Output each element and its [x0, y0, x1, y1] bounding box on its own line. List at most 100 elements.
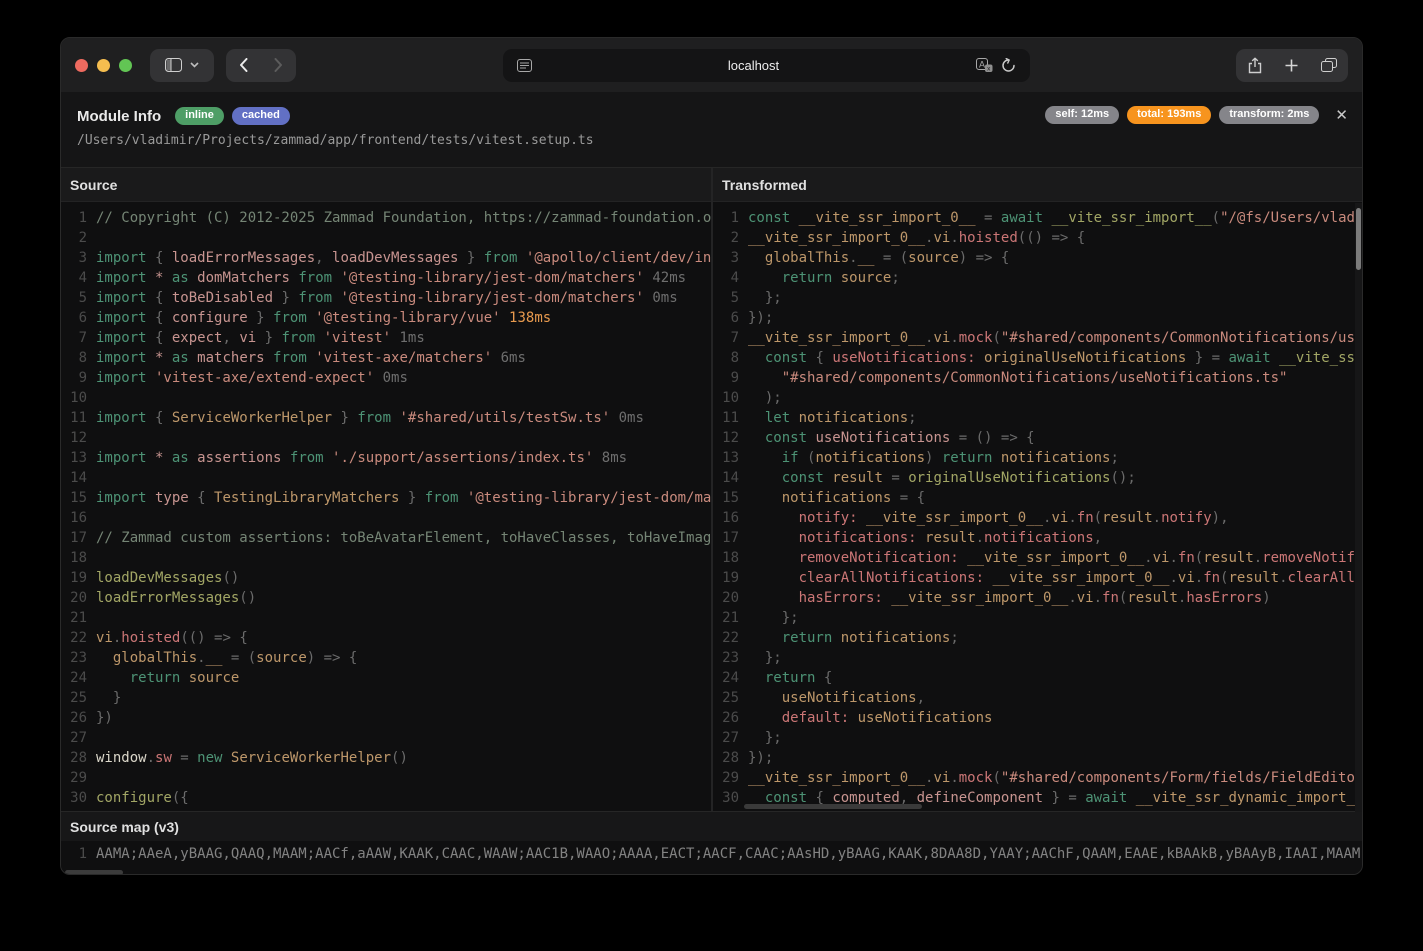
code-line: 17 notifications: result.notifications,	[713, 528, 1362, 548]
code-line: 8 const { useNotifications: originalUseN…	[713, 348, 1362, 368]
line-number: 18	[61, 548, 87, 568]
module-badge: inline	[175, 107, 224, 125]
line-number: 15	[713, 488, 739, 508]
code-line: 14	[61, 468, 711, 488]
source-pane: Source 1// Copyright (C) 2012-2025 Zamma…	[61, 168, 711, 811]
reload-icon[interactable]	[997, 58, 1020, 73]
line-number: 19	[713, 568, 739, 588]
line-number: 27	[713, 728, 739, 748]
line-number: 17	[61, 528, 87, 548]
line-number: 24	[713, 668, 739, 688]
line-number: 15	[61, 488, 87, 508]
transformed-pane: Transformed 1const __vite_ssr_import_0__…	[711, 168, 1362, 811]
url-bar[interactable]: localhost Ax	[503, 49, 1030, 82]
line-number: 26	[61, 708, 87, 728]
line-number: 20	[61, 588, 87, 608]
horizontal-scrollbar-thumb[interactable]	[744, 804, 922, 809]
sourcemap-mappings: AAMA;AAeA,yBAAG,QAAQ,MAAM;AACf,aAAW,KAAK…	[96, 841, 1360, 867]
line-number: 7	[61, 328, 87, 348]
code-panes: Source 1// Copyright (C) 2012-2025 Zamma…	[61, 167, 1362, 811]
line-number: 6	[713, 308, 739, 328]
browser-titlebar: localhost Ax	[61, 38, 1362, 92]
code-line: 11import { ServiceWorkerHelper } from '#…	[61, 408, 711, 428]
browser-window: localhost Ax Module Info inlinecached	[60, 37, 1363, 875]
line-number: 8	[713, 348, 739, 368]
timing-badge: self: 12ms	[1045, 106, 1119, 124]
code-line: 12 const useNotifications = () => {	[713, 428, 1362, 448]
line-number: 11	[713, 408, 739, 428]
page-title: Module Info	[77, 108, 161, 125]
back-button[interactable]	[226, 49, 261, 82]
line-number: 1	[61, 841, 87, 867]
code-line: 20 hasErrors: __vite_ssr_import_0__.vi.f…	[713, 588, 1362, 608]
line-number: 4	[61, 268, 87, 288]
line-number: 23	[61, 648, 87, 668]
line-number: 22	[61, 628, 87, 648]
traffic-light-close[interactable]	[75, 59, 88, 72]
line-number: 21	[61, 608, 87, 628]
traffic-light-minimize[interactable]	[97, 59, 110, 72]
line-number: 16	[61, 508, 87, 528]
code-line: 27	[61, 728, 711, 748]
code-line: 15import type { TestingLibraryMatchers }…	[61, 488, 711, 508]
code-line: 29__vite_ssr_import_0__.vi.mock("#shared…	[713, 768, 1362, 788]
line-number: 30	[713, 788, 739, 808]
sidebar-icon	[165, 58, 182, 72]
chevron-left-icon	[239, 58, 248, 72]
code-line: 25 }	[61, 688, 711, 708]
translate-icon[interactable]: Ax	[972, 58, 997, 72]
line-number: 14	[713, 468, 739, 488]
code-line: 2	[61, 228, 711, 248]
line-number: 11	[61, 408, 87, 428]
code-line: 19loadDevMessages()	[61, 568, 711, 588]
line-number: 6	[61, 308, 87, 328]
line-number: 25	[713, 688, 739, 708]
share-icon[interactable]	[1236, 49, 1273, 82]
code-line: 12	[61, 428, 711, 448]
line-number: 28	[61, 748, 87, 768]
sidebar-toggle-button[interactable]	[150, 49, 214, 82]
close-button[interactable]: ✕	[1335, 108, 1348, 123]
line-number: 5	[61, 288, 87, 308]
code-line: 24 return {	[713, 668, 1362, 688]
code-line: 10 );	[713, 388, 1362, 408]
vertical-scrollbar-thumb[interactable]	[1356, 208, 1361, 270]
line-number: 3	[713, 248, 739, 268]
code-line: 28});	[713, 748, 1362, 768]
url-text: localhost	[536, 58, 972, 73]
vertical-scrollbar-track[interactable]	[1355, 203, 1362, 812]
line-number: 18	[713, 548, 739, 568]
code-line: 26 default: useNotifications	[713, 708, 1362, 728]
code-line: 6});	[713, 308, 1362, 328]
code-line: 16 notify: __vite_ssr_import_0__.vi.fn(r…	[713, 508, 1362, 528]
code-line: 7__vite_ssr_import_0__.vi.mock("#shared/…	[713, 328, 1362, 348]
line-number: 13	[61, 448, 87, 468]
line-number: 2	[713, 228, 739, 248]
transformed-code: 1const __vite_ssr_import_0__ = await __v…	[713, 202, 1362, 811]
line-number: 28	[713, 748, 739, 768]
tab-overview-icon[interactable]	[1311, 49, 1348, 82]
line-number: 2	[61, 228, 87, 248]
line-number: 4	[713, 268, 739, 288]
reader-icon[interactable]	[513, 59, 536, 72]
timing-badge: total: 193ms	[1127, 106, 1211, 124]
forward-button[interactable]	[261, 49, 296, 82]
code-line: 9import 'vitest-axe/extend-expect' 0ms	[61, 368, 711, 388]
code-line: 30configure({	[61, 788, 711, 808]
code-line: 4import * as domMatchers from '@testing-…	[61, 268, 711, 288]
code-line: 23 };	[713, 648, 1362, 668]
new-tab-icon[interactable]	[1273, 49, 1310, 82]
code-line: 7import { expect, vi } from 'vitest' 1ms	[61, 328, 711, 348]
sourcemap-scrollbar-thumb[interactable]	[65, 870, 123, 875]
code-line: 26})	[61, 708, 711, 728]
line-number: 21	[713, 608, 739, 628]
code-line: 10	[61, 388, 711, 408]
code-line: 9 "#shared/components/CommonNotification…	[713, 368, 1362, 388]
line-number: 29	[61, 768, 87, 788]
code-line: 16	[61, 508, 711, 528]
code-line: 21 };	[713, 608, 1362, 628]
traffic-light-zoom[interactable]	[119, 59, 132, 72]
line-number: 12	[61, 428, 87, 448]
code-line: 22vi.hoisted(() => {	[61, 628, 711, 648]
line-number: 8	[61, 348, 87, 368]
